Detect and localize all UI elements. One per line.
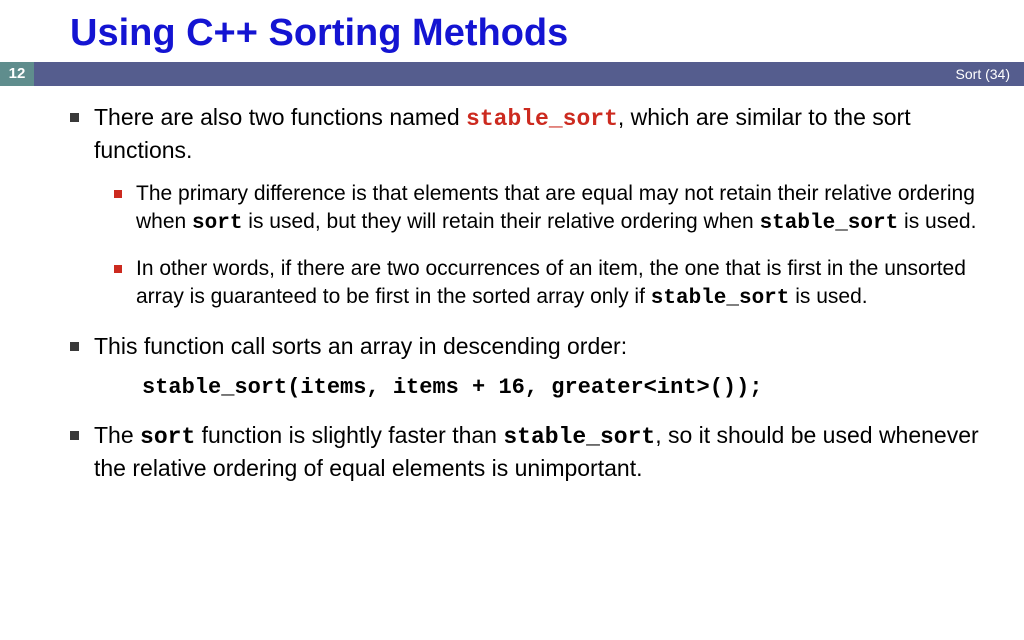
- slide: Using C++ Sorting Methods 12 Sort (34) T…: [0, 0, 1024, 640]
- code-stable-sort: stable_sort: [466, 106, 618, 132]
- text: is used.: [789, 285, 867, 308]
- header-right-label: Sort (34): [956, 62, 1010, 86]
- code-stable-sort: stable_sort: [503, 424, 655, 450]
- bullet-1: There are also two functions named stabl…: [70, 102, 984, 313]
- code-stable-sort: stable_sort: [651, 287, 790, 310]
- text: The: [94, 422, 140, 448]
- text: function is slightly faster than: [195, 422, 503, 448]
- slide-content: There are also two functions named stabl…: [70, 102, 984, 502]
- header-bar: [0, 62, 1024, 86]
- text: There are also two functions named: [94, 104, 466, 130]
- bullet-3: The sort function is slightly faster tha…: [70, 420, 984, 484]
- text: is used.: [898, 210, 976, 233]
- text: is used, but they will retain their rela…: [242, 210, 759, 233]
- code-example: stable_sort(items, items + 16, greater<i…: [142, 373, 984, 403]
- code-sort: sort: [192, 212, 242, 235]
- page-number-tab: 12: [0, 62, 34, 86]
- sub-bullet-2: In other words, if there are two occurre…: [114, 255, 984, 314]
- code-sort: sort: [140, 424, 195, 450]
- code-stable-sort: stable_sort: [760, 212, 899, 235]
- slide-title: Using C++ Sorting Methods: [70, 12, 568, 55]
- bullet-2: This function call sorts an array in des…: [70, 331, 984, 402]
- sub-bullet-1: The primary difference is that elements …: [114, 180, 984, 239]
- text: This function call sorts an array in des…: [94, 333, 627, 359]
